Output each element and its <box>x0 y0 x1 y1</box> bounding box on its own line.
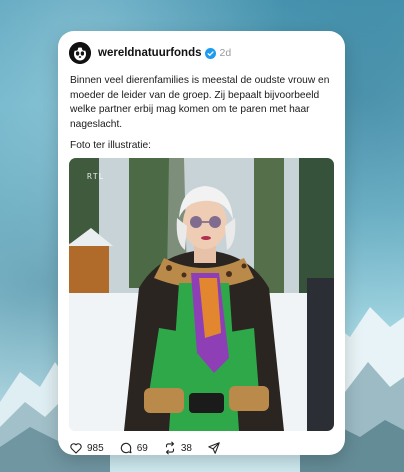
post-time: 2d <box>219 47 232 59</box>
comment-button[interactable]: 69 <box>119 441 148 455</box>
share-button[interactable] <box>207 441 221 455</box>
panda-logo-icon[interactable] <box>69 42 91 64</box>
verified-badge-icon <box>204 47 216 59</box>
comment-icon <box>120 442 132 454</box>
post-header: wereldnatuurfonds 2d <box>69 41 334 65</box>
image-watermark: RTL <box>87 172 105 181</box>
post-card: wereldnatuurfonds 2d Binnen veel dierenf… <box>58 31 345 455</box>
post-actions: 985 69 38 <box>69 439 334 457</box>
post-image[interactable]: RTL <box>69 158 334 431</box>
comment-count: 69 <box>136 442 148 454</box>
like-count: 985 <box>87 442 104 454</box>
repost-count: 38 <box>180 442 192 454</box>
like-button[interactable]: 985 <box>69 441 104 455</box>
send-icon <box>208 442 220 454</box>
repost-button[interactable]: 38 <box>163 441 192 455</box>
username[interactable]: wereldnatuurfonds <box>98 47 202 59</box>
repost-icon <box>165 441 174 455</box>
post-caption: Foto ter illustratie: <box>70 140 151 151</box>
post-text: Binnen veel dierenfamilies is meestal de… <box>70 75 330 130</box>
heart-icon <box>70 443 82 454</box>
